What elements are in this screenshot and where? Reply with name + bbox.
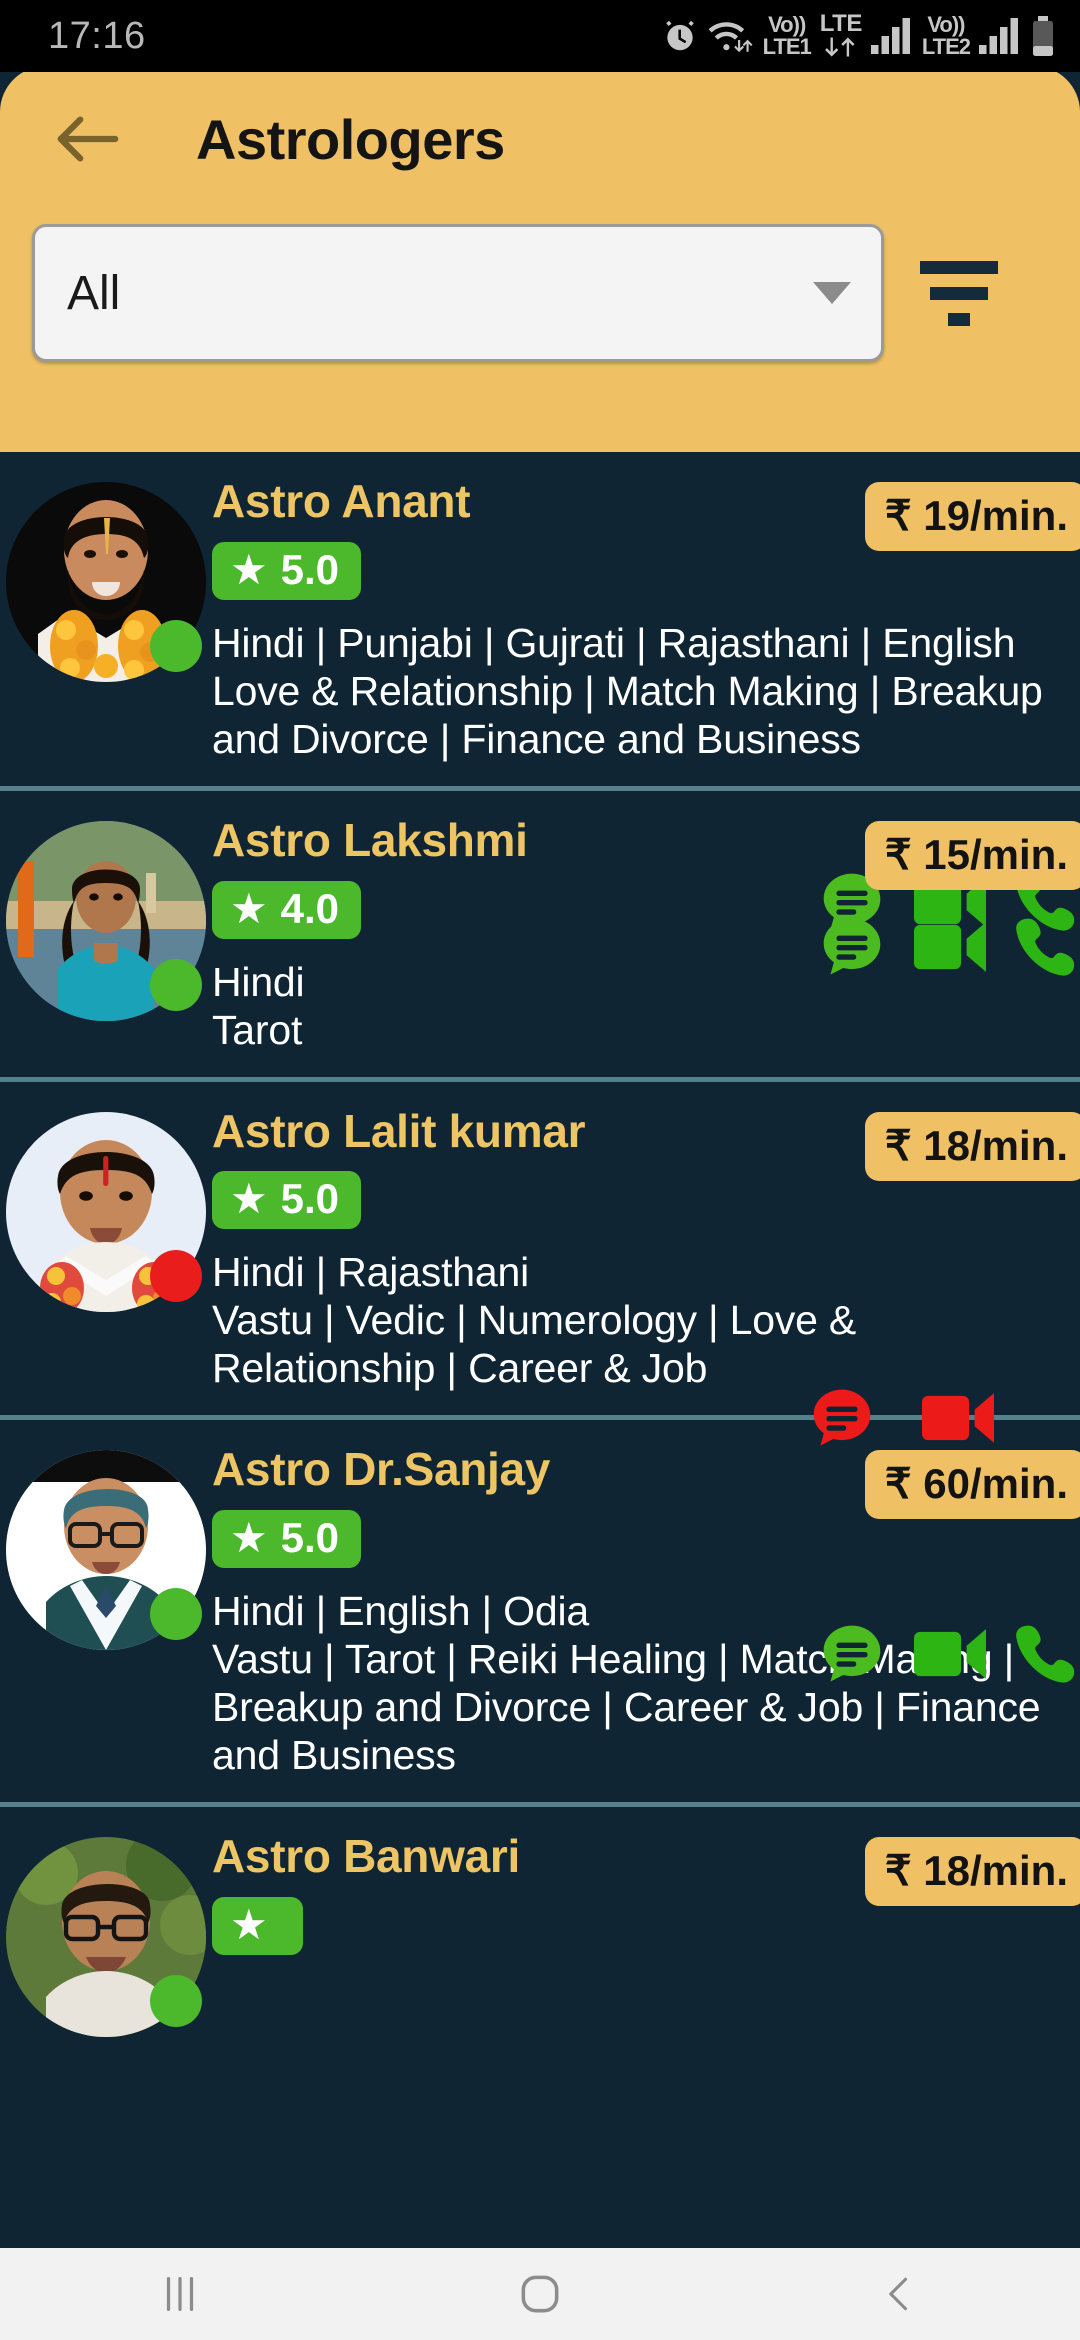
recent-apps-icon[interactable] (0, 2271, 360, 2317)
rating-badge: ★ 5.0 (212, 541, 362, 600)
video-call-icon[interactable] (914, 1624, 986, 1684)
rating-badge: ★ 4.0 (212, 880, 362, 939)
home-icon[interactable] (360, 2269, 720, 2319)
alarm-icon (661, 17, 699, 55)
astrologer-card[interactable]: ₹ 19/min. Astro Anant ★ 5.0 Hindi | Punj… (0, 452, 1080, 931)
rating-badge: ★ 5.0 (212, 1510, 362, 1569)
category-dropdown[interactable]: All (32, 224, 884, 362)
astrologer-list[interactable]: ₹ 19/min. Astro Anant ★ 5.0 Hindi | Punj… (0, 452, 1080, 2248)
signal-sim1-icon (870, 18, 913, 54)
signal-sim2-icon (979, 18, 1021, 54)
action-buttons[interactable] (818, 913, 1074, 981)
volte-sim2-icon: Vo)) LTE2 (921, 12, 971, 59)
video-call-icon[interactable] (914, 917, 986, 977)
star-icon: ★ (230, 884, 268, 932)
wifi-icon (708, 17, 754, 55)
category-dropdown-value: All (67, 266, 121, 320)
skills: Vastu | Vedic | Numerology | Love & Rela… (212, 1297, 857, 1392)
star-icon: ★ (230, 1175, 268, 1223)
phone-screen: 17:16 Vo)) LTE1 LTE Vo)) LTE2 Astrologer… (0, 0, 1080, 2340)
astrologer-card[interactable]: ₹ 18/min. (0, 1807, 1080, 2059)
status-dot-online (150, 958, 202, 1011)
astrologer-card[interactable]: ₹ 18/min. (0, 1082, 1080, 1445)
star-icon: ★ (230, 545, 268, 593)
skills: Love & Relationship | Match Making | Bre… (212, 667, 1043, 762)
rating-badge: ★ 5.0 (212, 1171, 362, 1230)
star-icon: ★ (230, 1900, 268, 1948)
filter-icon[interactable] (884, 260, 1034, 326)
system-nav-bar (0, 2248, 1080, 2340)
skills: Tarot (212, 1006, 303, 1053)
filter-line-3 (948, 312, 970, 326)
volte-sim1-icon: Vo)) LTE1 (762, 12, 812, 59)
filter-line-2 (930, 286, 988, 300)
avatar (0, 1446, 212, 1780)
chat-icon[interactable] (818, 913, 886, 981)
back-nav-icon[interactable] (720, 2272, 1080, 2316)
chevron-down-icon (813, 282, 851, 304)
phone-call-icon[interactable] (1014, 1623, 1074, 1685)
astrologer-card[interactable]: ₹ 15/min. Astro Lakshmi ★ 4.0 Hindi Taro… (0, 791, 1080, 1082)
status-dot-online (150, 620, 202, 672)
status-bar-clock: 17:16 (48, 14, 146, 57)
page-title: Astrologers (196, 107, 505, 171)
astrologer-meta: Hindi | Punjabi | Gujrati | Rajasthani |… (212, 620, 1070, 764)
status-bar: 17:16 Vo)) LTE1 LTE Vo)) LTE2 (0, 0, 1080, 72)
chat-icon[interactable] (818, 1620, 886, 1688)
filter-line-1 (920, 260, 998, 274)
status-bar-icons: Vo)) LTE1 LTE Vo)) LTE2 (661, 12, 1056, 60)
action-buttons[interactable] (818, 1620, 1074, 1688)
astrologer-card[interactable]: ₹ 60/min. Astro Dr.Sanjay ★ 5.0 Hindi | … (0, 1420, 1080, 1807)
price-badge: ₹ 18/min. (864, 1111, 1080, 1181)
price-badge: ₹ 15/min. (864, 820, 1080, 890)
price-badge: ₹ 60/min. (864, 1450, 1080, 1520)
avatar (0, 817, 212, 1055)
rating-value: 5.0 (280, 545, 340, 593)
avatar (0, 1833, 212, 2037)
rating-badge: ★ (212, 1896, 303, 1955)
avatar (0, 478, 212, 764)
header-title-row: Astrologers (0, 66, 1080, 212)
app-header: Astrologers All (0, 66, 1080, 452)
battery-icon (1030, 16, 1056, 56)
status-dot-online (150, 1974, 202, 2027)
rating-value: 4.0 (280, 884, 340, 932)
phone-call-icon[interactable] (1014, 916, 1074, 978)
back-arrow-icon[interactable] (52, 103, 124, 175)
price-badge: ₹ 18/min. (864, 1836, 1080, 1906)
rating-value: 5.0 (280, 1175, 340, 1223)
avatar (0, 1108, 212, 1394)
rating-value: 5.0 (280, 1514, 340, 1562)
languages: Hindi | Punjabi | Gujrati | Rajasthani |… (212, 619, 1016, 666)
status-dot-offline (150, 1249, 202, 1302)
languages: Hindi | Rajasthani (212, 1249, 529, 1296)
lte-data-icon: LTE (820, 12, 862, 60)
astrologer-meta: Hindi | Rajasthani Vastu | Vedic | Numer… (212, 1249, 1070, 1393)
header-controls-row: All (0, 224, 1080, 362)
price-badge: ₹ 19/min. (864, 482, 1080, 551)
status-dot-online (150, 1588, 202, 1641)
star-icon: ★ (230, 1514, 268, 1562)
